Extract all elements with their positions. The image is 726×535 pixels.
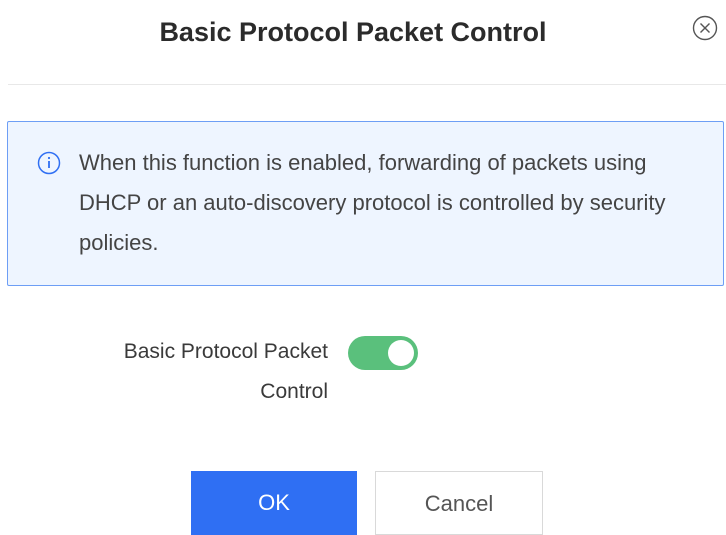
toggle-knob xyxy=(388,340,414,366)
close-icon[interactable] xyxy=(692,15,718,41)
toggle-label: Basic Protocol Packet Control xyxy=(123,340,328,403)
info-alert: When this function is enabled, forwardin… xyxy=(7,121,724,286)
basic-protocol-toggle[interactable] xyxy=(348,336,418,370)
dialog-title: Basic Protocol Packet Control xyxy=(159,17,547,47)
cancel-button[interactable]: Cancel xyxy=(375,471,543,535)
dialog: Basic Protocol Packet Control When this … xyxy=(0,0,726,535)
ok-button[interactable]: OK xyxy=(191,471,357,535)
form-row: Basic Protocol Packet Control xyxy=(0,332,726,432)
header-divider xyxy=(8,84,726,85)
info-text: When this function is enabled, forwardin… xyxy=(79,150,666,255)
info-circle-icon xyxy=(37,151,61,175)
